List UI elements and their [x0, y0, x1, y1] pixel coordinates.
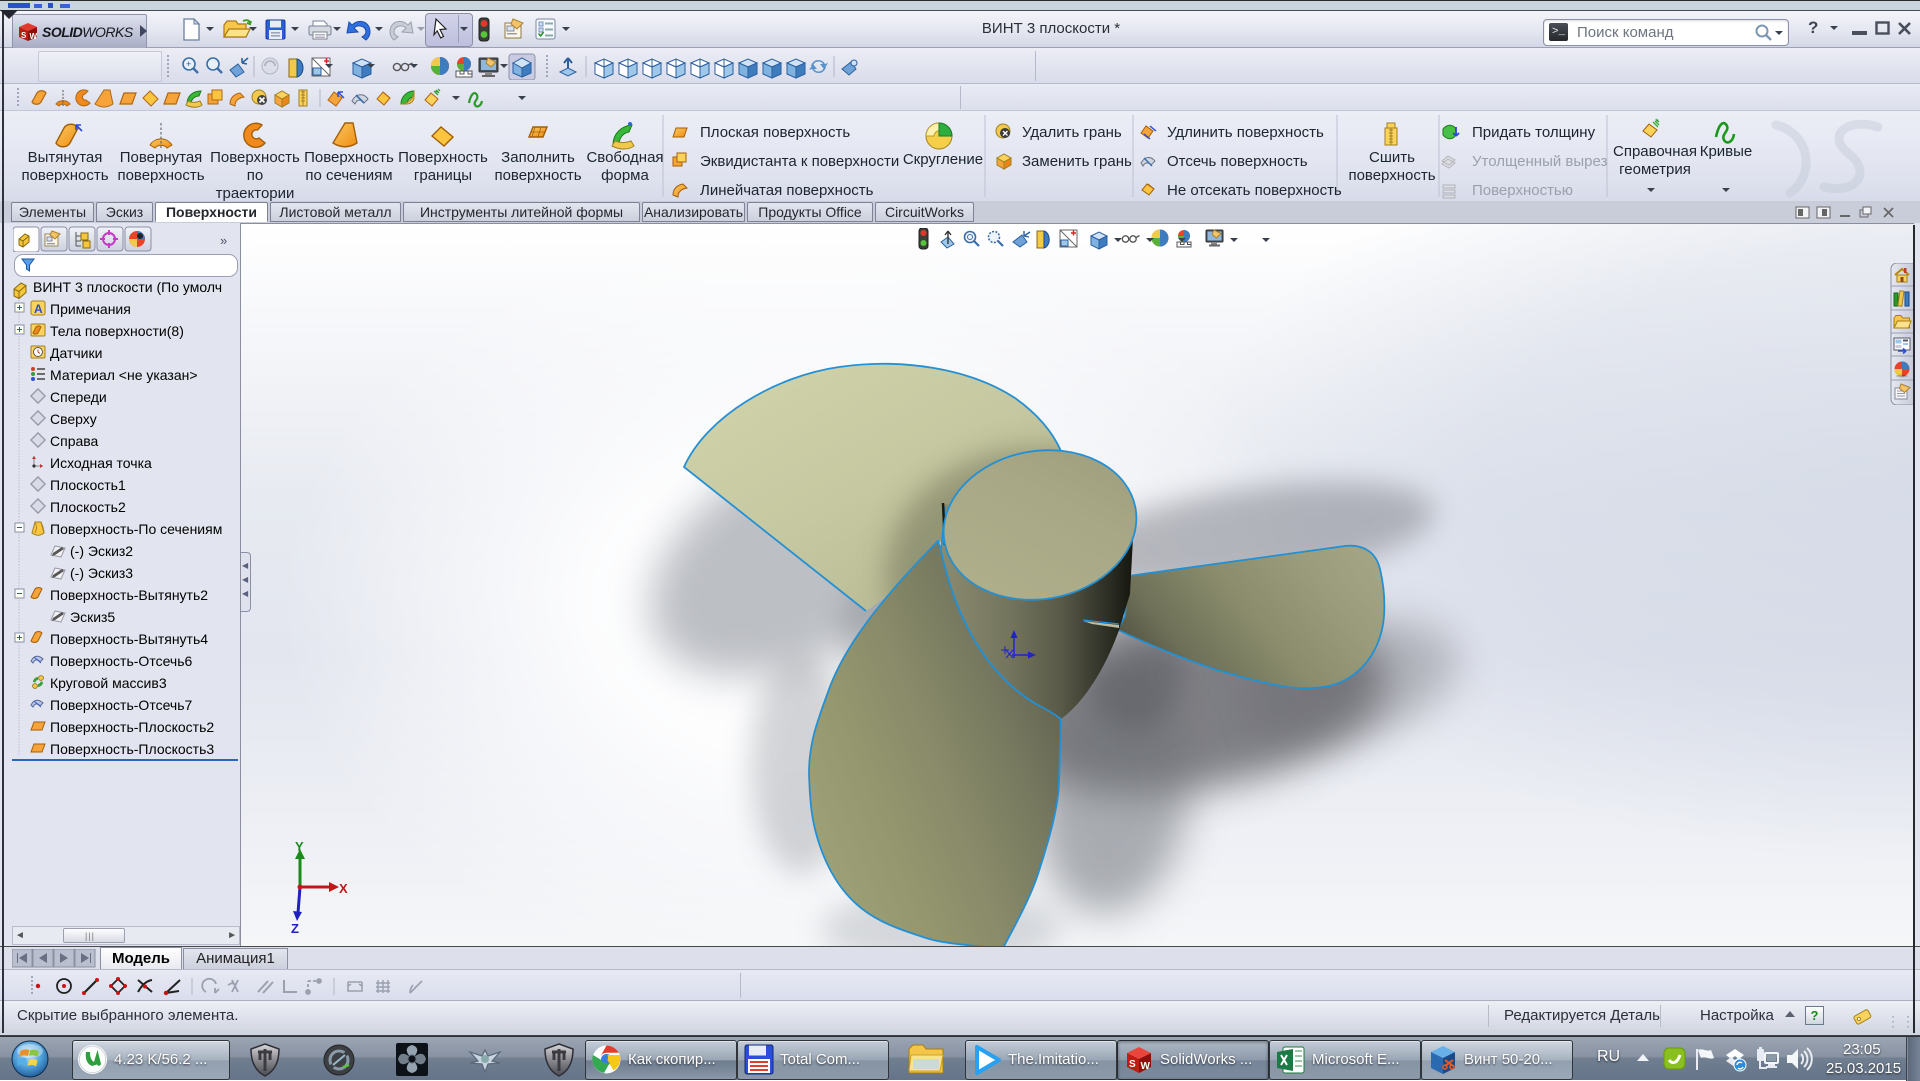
svg-text:S: S	[21, 31, 27, 40]
svg-text:W: W	[30, 32, 38, 41]
svg-text:Y: Y	[295, 839, 304, 854]
svg-text:*: *	[1655, 117, 1659, 127]
svg-text:W: W	[1141, 1061, 1151, 1072]
svg-text:Z: Z	[291, 921, 299, 934]
svg-text:A: A	[34, 302, 43, 316]
svg-text:S: S	[1129, 1059, 1136, 1070]
svg-text:*: *	[435, 89, 438, 98]
svg-text:X: X	[339, 881, 348, 896]
svg-text:+: +	[186, 59, 191, 69]
